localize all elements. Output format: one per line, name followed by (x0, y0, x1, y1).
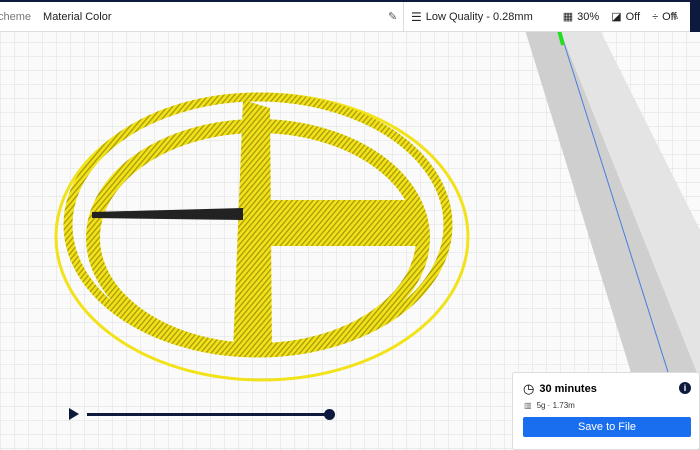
play-button[interactable] (69, 408, 79, 420)
print-estimate-panel: ◷ 30 minutes i ▥ 5g · 1.73m Save to File (512, 372, 700, 450)
layer-slider-track[interactable] (87, 413, 330, 416)
profile-label: Low Quality - 0.28mm (425, 10, 533, 23)
infill-value: 30% (577, 10, 600, 23)
support-icon: ◪ (611, 11, 622, 23)
spool-icon: ▥ (524, 401, 532, 410)
print-time: 30 minutes (539, 383, 597, 395)
pencil-icon[interactable]: ✎ (388, 10, 397, 23)
adhesion-icon: ÷ (652, 10, 659, 23)
support-value: Off (625, 10, 641, 23)
color-scheme-selector[interactable]: cheme Material Color (0, 11, 112, 23)
save-to-file-button[interactable]: Save to File (523, 417, 691, 437)
color-scheme-label: cheme (0, 10, 32, 23)
edit-settings-icon[interactable]: ✎ (670, 10, 679, 23)
layer-slider-handle[interactable] (324, 409, 335, 420)
profile-icon: ☰ (411, 9, 422, 24)
infill-icon: ▦ (562, 11, 574, 23)
header-bar: cheme Material Color ✎ ☰ Low Quality - 0… (0, 2, 690, 32)
info-icon[interactable]: i (679, 382, 691, 394)
material-usage: 5g · 1.73m (536, 401, 575, 410)
color-scheme-value: Material Color (43, 10, 112, 23)
clock-icon: ◷ (523, 381, 535, 396)
divider (403, 2, 404, 32)
print-settings-button[interactable]: ☰ Low Quality - 0.28mm ▦ 30% ◪ Off ÷ Off (411, 10, 677, 24)
